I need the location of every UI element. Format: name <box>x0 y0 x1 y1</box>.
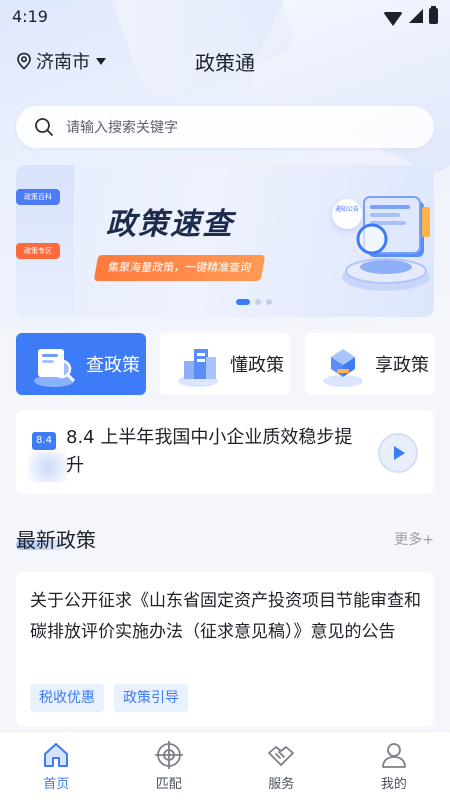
document-search-icon <box>34 349 75 387</box>
signal-icon <box>409 9 423 23</box>
play-icon <box>394 446 405 460</box>
audio-date-badge: 8.4 <box>32 432 56 450</box>
understand-policy-button[interactable]: 懂政策 <box>160 333 290 395</box>
search-icon <box>35 118 53 136</box>
policy-tag[interactable]: 税收优惠 <box>30 684 104 712</box>
handshake-icon <box>268 746 295 766</box>
quick-entry-label: 懂政策 <box>230 355 284 376</box>
policy-card[interactable]: 关于公开征求《山东省固定资产投资项目节能审查和碳排放评价实施办法（征求意见稿）》… <box>16 572 434 727</box>
app-header: 济南市 政策通 <box>0 40 450 80</box>
battery-icon <box>429 6 438 24</box>
promo-banner[interactable]: 政策百科 政策专区 政策速查 集聚海量政策，一键精准查询 通知公告 <box>16 165 434 317</box>
policy-tag[interactable]: 政策引导 <box>114 684 188 712</box>
audio-thumb-glow <box>28 452 68 482</box>
status-bar: 4:19 <box>0 0 450 32</box>
banner-title: 政策速查 <box>106 207 234 242</box>
home-icon <box>44 743 69 767</box>
nav-match[interactable]: 匹配 <box>124 740 214 792</box>
status-icons <box>383 6 438 26</box>
banner-side-chip: 政策专区 <box>16 243 60 259</box>
more-link[interactable]: 更多+ <box>394 529 434 549</box>
banner-side-panel: 政策百科 政策专区 <box>16 165 74 317</box>
nav-label: 服务 <box>268 777 295 792</box>
quick-entry-label: 享政策 <box>375 355 429 376</box>
user-icon <box>381 743 406 768</box>
section-title: 最新政策 <box>16 528 96 552</box>
quick-entry-label: 查政策 <box>86 355 140 376</box>
platform-cube-icon <box>323 349 363 387</box>
play-button[interactable] <box>378 433 418 473</box>
policy-title: 关于公开征求《山东省固定资产投资项目节能审查和碳排放评价实施办法（征求意见稿）》… <box>30 591 421 642</box>
nav-home[interactable]: 首页 <box>11 740 101 792</box>
nav-profile[interactable]: 我的 <box>349 740 439 792</box>
nav-service[interactable]: 服务 <box>236 740 326 792</box>
bottom-navigation: 首页 匹配 服务 我的 <box>0 731 450 800</box>
nav-label: 匹配 <box>155 777 182 792</box>
nav-label: 首页 <box>43 777 70 792</box>
check-policy-button[interactable]: 查政策 <box>16 333 146 395</box>
target-icon <box>154 741 183 769</box>
status-time: 4:19 <box>12 6 48 26</box>
pagination-dot[interactable] <box>266 299 272 305</box>
pagination-dot[interactable] <box>255 299 261 305</box>
search-placeholder: 请输入搜索关键字 <box>66 120 178 136</box>
nav-label: 我的 <box>380 777 407 792</box>
banner-main: 政策速查 集聚海量政策，一键精准查询 通知公告 <box>74 165 434 317</box>
banner-pagination <box>74 299 434 305</box>
search-device-illustration <box>342 196 430 291</box>
building-blocks-icon <box>178 349 218 387</box>
policy-tags: 税收优惠 政策引导 <box>30 684 188 712</box>
audio-news-title: 8.4 上半年我国中小企业质效稳步提升 <box>66 427 353 476</box>
audio-news-card[interactable]: 8.4 8.4 上半年我国中小企业质效稳步提升 <box>16 410 434 494</box>
banner-subtitle: 集聚海量政策，一键精准查询 <box>93 255 266 281</box>
page-title: 政策通 <box>195 51 255 75</box>
banner-side-chip: 政策百科 <box>16 189 60 205</box>
pagination-dot[interactable] <box>236 299 250 305</box>
wifi-icon <box>383 12 403 26</box>
search-input[interactable]: 请输入搜索关键字 <box>16 106 434 148</box>
enjoy-policy-button[interactable]: 享政策 <box>305 333 435 395</box>
